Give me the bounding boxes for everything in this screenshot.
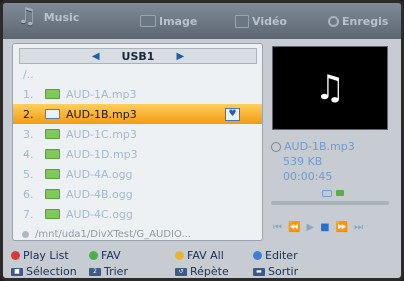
track-info: AUD-1B.mp3 539 KB 00:00:45 <box>271 139 355 184</box>
tab-record[interactable]: Enregis <box>328 13 388 29</box>
next-track-icon[interactable]: ⏭ <box>354 222 363 233</box>
legend-fav-all[interactable]: FAV All <box>175 249 224 262</box>
list-item[interactable]: 3. AUD-1C.mp3 <box>13 124 262 144</box>
tab-record-label: Enregis <box>342 14 389 28</box>
blue-button-icon <box>253 251 262 260</box>
item-name: AUD-1C.mp3 <box>66 127 137 141</box>
folder-dot-icon <box>22 230 29 238</box>
directory-selector[interactable]: ◀ USB1 ▶ <box>19 48 257 64</box>
list-item[interactable]: 5. AUD-4A.ogg <box>13 164 262 184</box>
item-number: 6. <box>23 187 34 201</box>
item-name: AUD-1D.mp3 <box>66 147 138 161</box>
rewind-icon[interactable]: ⏪ <box>288 222 300 233</box>
list-item[interactable]: 7. AUD-4C.ogg <box>13 204 262 224</box>
repeat-icon <box>322 190 332 197</box>
legend-label: FAV <box>101 249 121 262</box>
list-item-selected[interactable]: 2. AUD-1B.mp3 ♥ <box>13 104 262 124</box>
parent-dir-label: /.. <box>23 67 34 81</box>
audio-file-icon <box>45 149 60 159</box>
track-name-line: AUD-1B.mp3 <box>271 139 355 154</box>
audio-file-icon <box>45 109 60 119</box>
tab-music[interactable]: ♫ Music <box>17 4 80 29</box>
item-number: 7. <box>23 207 34 221</box>
media-player-window: ♫ Music Image Vidéo Enregis ◀ USB1 ▶ /.. <box>0 0 404 281</box>
progress-bar[interactable] <box>271 201 389 205</box>
legend-label: Sélection <box>26 265 77 278</box>
item-number: 5. <box>23 167 34 181</box>
current-path: /mnt/uda1/DivXTest/G_AUDIO... <box>13 224 262 244</box>
tab-video-label: Vidéo <box>252 14 287 28</box>
legend-label: Play List <box>23 249 69 262</box>
legend-label: Editer <box>265 249 298 262</box>
file-list: /.. 1. AUD-1A.mp3 2. AUD-1B.mp3 ♥ 3. AUD… <box>13 64 262 244</box>
button-legend: Play List FAV FAV All Editer ■ Sélection… <box>9 247 399 278</box>
media-tab-bar: ♫ Music Image Vidéo Enregis <box>3 3 401 39</box>
item-name: AUD-4B.ogg <box>66 187 133 201</box>
file-list-panel: ◀ USB1 ▶ /.. 1. AUD-1A.mp3 2. AUD-1B.mp3… <box>12 43 263 241</box>
legend-label: FAV All <box>187 249 224 262</box>
legend-exit[interactable]: ▬ Sortir <box>253 265 298 278</box>
item-name: AUD-4A.ogg <box>66 167 133 181</box>
status-icon <box>271 141 281 152</box>
list-item[interactable]: 6. AUD-4B.ogg <box>13 184 262 204</box>
list-item[interactable]: 1. AUD-1A.mp3 <box>13 84 262 104</box>
legend-edit[interactable]: Editer <box>253 249 298 262</box>
item-number: 3. <box>23 127 34 141</box>
play-icon[interactable]: ▶ <box>306 222 314 233</box>
red-button-icon <box>11 251 20 260</box>
legend-label: Trier <box>104 265 128 278</box>
now-playing-panel: ♫ AUD-1B.mp3 539 KB 00:00:45 ⏮ ⏪ ▶ ■ ⏩ ⏭ <box>267 43 393 239</box>
folder-icon <box>336 190 344 196</box>
audio-file-icon <box>45 169 60 179</box>
repeat-key-icon: ↺ <box>175 267 187 276</box>
item-name: AUD-1A.mp3 <box>66 87 137 101</box>
legend-repeat[interactable]: ↺ Répète <box>175 265 229 278</box>
music-note-icon: ♫ <box>314 68 346 108</box>
current-path-text: /mnt/uda1/DivXTest/G_AUDIO... <box>35 228 191 240</box>
arrow-right-icon[interactable]: ▶ <box>176 51 184 62</box>
sort-key-icon: 2 <box>89 267 101 276</box>
music-note-icon: ♫ <box>17 4 37 29</box>
tab-image-label: Image <box>159 14 198 28</box>
item-number: 4. <box>23 147 34 161</box>
transport-controls: ⏮ ⏪ ▶ ■ ⏩ ⏭ <box>273 222 363 233</box>
item-number: 2. <box>23 107 34 121</box>
legend-select[interactable]: ■ Sélection <box>11 265 77 278</box>
legend-label: Répète <box>190 265 229 278</box>
item-name: AUD-1B.mp3 <box>66 107 137 121</box>
track-filename: AUD-1B.mp3 <box>284 140 355 153</box>
video-icon <box>235 14 249 28</box>
track-flags <box>322 190 344 197</box>
tab-music-label: Music <box>43 10 80 24</box>
list-item-parent[interactable]: /.. <box>13 64 262 84</box>
arrow-left-icon[interactable]: ◀ <box>92 51 100 62</box>
directory-name: USB1 <box>121 49 155 63</box>
audio-file-icon <box>45 129 60 139</box>
ok-key-icon: ■ <box>11 267 23 276</box>
track-duration: 00:00:45 <box>283 170 333 183</box>
item-name: AUD-4C.ogg <box>66 207 133 221</box>
fast-forward-icon[interactable]: ⏩ <box>336 222 348 233</box>
legend-label: Sortir <box>268 265 299 278</box>
audio-file-icon <box>45 89 60 99</box>
stop-icon[interactable]: ■ <box>320 222 329 233</box>
previous-track-icon[interactable]: ⏮ <box>273 222 282 233</box>
green-button-icon <box>89 251 98 260</box>
favorite-heart-icon: ♥ <box>225 108 240 121</box>
list-item[interactable]: 4. AUD-1D.mp3 <box>13 144 262 164</box>
track-size: 539 KB <box>283 155 323 168</box>
legend-playlist[interactable]: Play List <box>11 249 69 262</box>
audio-file-icon <box>45 209 60 219</box>
tab-video[interactable]: Vidéo <box>235 13 287 29</box>
album-art-preview: ♫ <box>272 46 388 130</box>
legend-sort[interactable]: 2 Trier <box>89 265 128 278</box>
yellow-button-icon <box>175 251 184 260</box>
tab-image[interactable]: Image <box>140 13 197 29</box>
item-number: 1. <box>23 87 34 101</box>
exit-key-icon: ▬ <box>253 267 265 276</box>
record-icon <box>328 15 339 27</box>
audio-file-icon <box>45 189 60 199</box>
legend-fav[interactable]: FAV <box>89 249 121 262</box>
image-icon <box>140 15 156 27</box>
